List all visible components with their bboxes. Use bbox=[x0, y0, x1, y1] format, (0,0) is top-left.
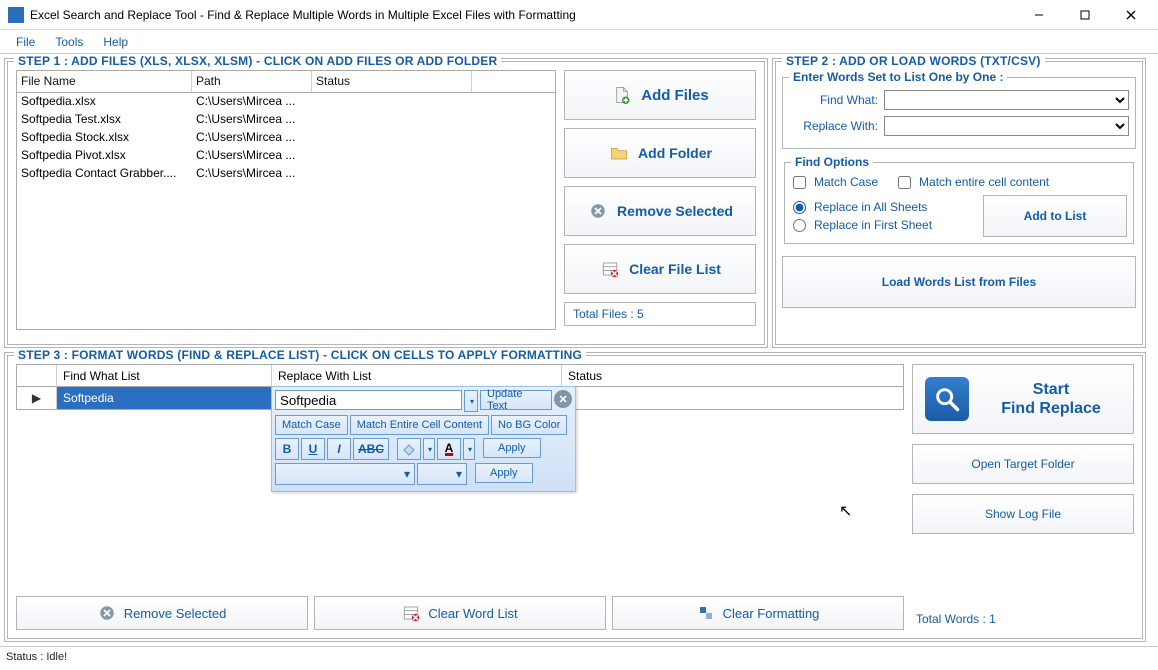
menu-file[interactable]: File bbox=[6, 32, 45, 52]
file-add-icon bbox=[611, 84, 633, 106]
clear-list-icon bbox=[599, 258, 621, 280]
file-table: File Name Path Status Softpedia.xlsxC:\U… bbox=[16, 70, 556, 330]
cell-find[interactable]: Softpedia bbox=[57, 387, 272, 409]
statusbar: Status : Idle! bbox=[0, 646, 1158, 666]
col-status[interactable]: Status bbox=[312, 71, 472, 92]
step2-title: STEP 2 : ADD OR LOAD WORDS (TXT/CSV) bbox=[782, 54, 1045, 68]
replace-with-input[interactable] bbox=[884, 116, 1129, 136]
open-target-folder-button[interactable]: Open Target Folder bbox=[912, 444, 1134, 484]
file-row[interactable]: Softpedia Test.xlsxC:\Users\Mircea ... bbox=[17, 111, 555, 129]
load-words-button[interactable]: Load Words List from Files bbox=[782, 256, 1136, 308]
menubar: File Tools Help bbox=[0, 30, 1158, 54]
file-row[interactable]: Softpedia.xlsxC:\Users\Mircea ... bbox=[17, 93, 555, 111]
enter-words-legend: Enter Words Set to List One by One : bbox=[789, 70, 1007, 84]
clear-file-list-button[interactable]: Clear File List bbox=[564, 244, 756, 294]
editor-match-entire-button[interactable]: Match Entire Cell Content bbox=[350, 415, 489, 435]
font-name-dropdown[interactable]: ▾ bbox=[275, 463, 415, 485]
replace-with-label: Replace With: bbox=[789, 119, 884, 133]
editor-close-icon[interactable]: ✕ bbox=[554, 390, 572, 408]
minimize-button[interactable] bbox=[1016, 0, 1062, 30]
find-what-label: Find What: bbox=[789, 93, 884, 107]
editor-text-input[interactable] bbox=[275, 390, 462, 410]
menu-tools[interactable]: Tools bbox=[45, 32, 93, 52]
add-files-button[interactable]: Add Files bbox=[564, 70, 756, 120]
clear-formatting-button[interactable]: Clear Formatting bbox=[612, 596, 904, 630]
file-row[interactable]: Softpedia Stock.xlsxC:\Users\Mircea ... bbox=[17, 129, 555, 147]
row-header-col bbox=[17, 365, 57, 387]
row-indicator-icon: ▶ bbox=[17, 387, 57, 409]
bg-color-button[interactable] bbox=[397, 438, 421, 460]
replace-all-radio[interactable]: Replace in All Sheets bbox=[791, 200, 932, 214]
find-what-input[interactable] bbox=[884, 90, 1129, 110]
clear-word-list-button[interactable]: Clear Word List bbox=[314, 596, 606, 630]
col-filename[interactable]: File Name bbox=[17, 71, 192, 92]
editor-apply2-button[interactable]: Apply bbox=[475, 463, 533, 483]
clear-format-icon bbox=[697, 604, 715, 622]
step3-remove-selected-button[interactable]: Remove Selected bbox=[16, 596, 308, 630]
font-color-dropdown[interactable] bbox=[463, 438, 475, 460]
folder-icon bbox=[608, 142, 630, 164]
cell-status bbox=[562, 387, 903, 409]
update-text-button[interactable]: Update Text bbox=[480, 390, 552, 410]
step1-panel: STEP 1 : ADD FILES (XLS, XLSX, XLSM) - C… bbox=[4, 58, 768, 348]
step1-title: STEP 1 : ADD FILES (XLS, XLSX, XLSM) - C… bbox=[14, 54, 501, 68]
step2-panel: STEP 2 : ADD OR LOAD WORDS (TXT/CSV) Ent… bbox=[772, 58, 1146, 348]
app-icon bbox=[8, 7, 24, 23]
cursor-icon: ↖ bbox=[839, 501, 852, 521]
editor-text-dropdown[interactable] bbox=[464, 390, 478, 412]
total-files-label: Total Files : 5 bbox=[564, 302, 756, 326]
total-words-label: Total Words : 1 bbox=[912, 608, 1134, 630]
editor-match-case-button[interactable]: Match Case bbox=[275, 415, 348, 435]
delete-icon bbox=[587, 200, 609, 222]
window-title: Excel Search and Replace Tool - Find & R… bbox=[30, 8, 1016, 22]
col-find-list[interactable]: Find What List bbox=[57, 365, 272, 387]
add-folder-button[interactable]: Add Folder bbox=[564, 128, 756, 178]
col-status-list[interactable]: Status bbox=[562, 365, 903, 387]
bg-color-dropdown[interactable] bbox=[423, 438, 435, 460]
underline-button[interactable]: U bbox=[301, 438, 325, 460]
match-case-checkbox[interactable]: Match Case bbox=[791, 175, 878, 189]
replace-first-radio[interactable]: Replace in First Sheet bbox=[791, 218, 932, 232]
cell-editor-popup: Update Text ✕ Match Case Match Entire Ce… bbox=[271, 386, 576, 492]
maximize-button[interactable] bbox=[1062, 0, 1108, 30]
start-find-replace-button[interactable]: StartFind Replace bbox=[912, 364, 1134, 434]
fill-bucket-icon bbox=[402, 442, 416, 456]
status-text: Status : Idle! bbox=[6, 651, 67, 663]
font-size-dropdown[interactable]: ▾ bbox=[417, 463, 467, 485]
step3-title: STEP 3 : FORMAT WORDS (FIND & REPLACE LI… bbox=[14, 348, 586, 362]
file-row[interactable]: Softpedia Contact Grabber....C:\Users\Mi… bbox=[17, 165, 555, 183]
step3-panel: STEP 3 : FORMAT WORDS (FIND & REPLACE LI… bbox=[4, 352, 1146, 642]
remove-selected-button[interactable]: Remove Selected bbox=[564, 186, 756, 236]
close-button[interactable] bbox=[1108, 0, 1154, 30]
show-log-file-button[interactable]: Show Log File bbox=[912, 494, 1134, 534]
font-color-button[interactable]: A bbox=[437, 438, 461, 460]
titlebar: Excel Search and Replace Tool - Find & R… bbox=[0, 0, 1158, 30]
delete-icon bbox=[98, 604, 116, 622]
bold-button[interactable]: B bbox=[275, 438, 299, 460]
col-path[interactable]: Path bbox=[192, 71, 312, 92]
find-options-legend: Find Options bbox=[791, 155, 873, 169]
strikethrough-button[interactable]: ABC bbox=[353, 438, 389, 460]
italic-button[interactable]: I bbox=[327, 438, 351, 460]
editor-no-bg-button[interactable]: No BG Color bbox=[491, 415, 567, 435]
match-entire-checkbox[interactable]: Match entire cell content bbox=[896, 175, 1049, 189]
menu-help[interactable]: Help bbox=[93, 32, 138, 52]
file-row[interactable]: Softpedia Pivot.xlsxC:\Users\Mircea ... bbox=[17, 147, 555, 165]
search-icon bbox=[925, 377, 969, 421]
col-replace-list[interactable]: Replace With List bbox=[272, 365, 562, 387]
clear-list-icon bbox=[402, 604, 420, 622]
add-to-list-button[interactable]: Add to List bbox=[983, 195, 1127, 237]
editor-apply1-button[interactable]: Apply bbox=[483, 438, 541, 458]
